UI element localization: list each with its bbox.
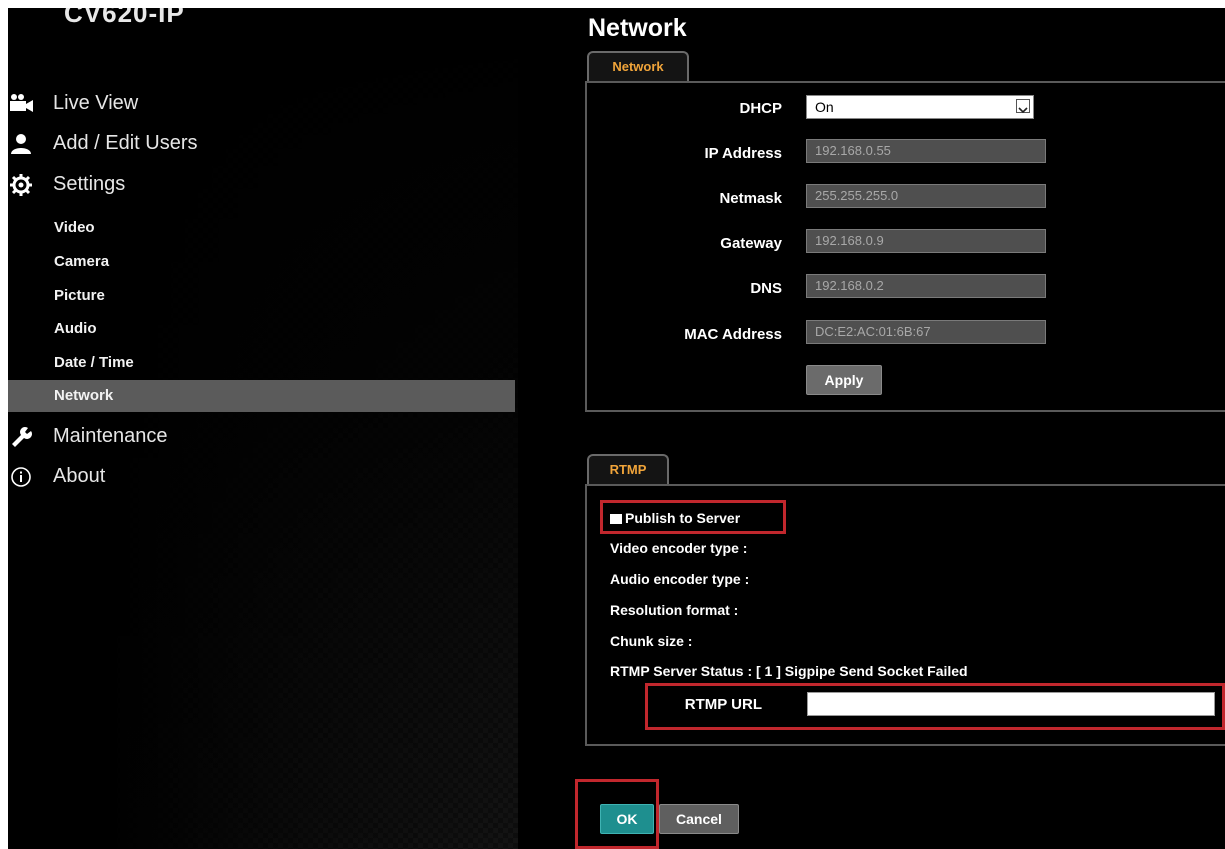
video-camera-icon bbox=[10, 93, 33, 113]
device-title: CV620-IP bbox=[64, 8, 185, 28]
ok-button[interactable]: OK bbox=[600, 804, 654, 834]
netmask-label: Netmask bbox=[719, 190, 782, 207]
tab-network[interactable]: Network bbox=[587, 51, 689, 81]
wrench-icon bbox=[10, 426, 33, 447]
gateway-label: Gateway bbox=[720, 235, 782, 252]
sidebar-item-picture[interactable]: Picture bbox=[8, 280, 515, 312]
nav-live-view[interactable]: Live View bbox=[8, 89, 508, 117]
gear-icon bbox=[10, 174, 32, 196]
rtmp-server-status: RTMP Server Status : [ 1 ] Sigpipe Send … bbox=[610, 663, 968, 679]
dhcp-select[interactable]: On bbox=[806, 95, 1034, 119]
apply-button[interactable]: Apply bbox=[806, 365, 882, 395]
dhcp-label: DHCP bbox=[739, 100, 782, 117]
tab-rtmp[interactable]: RTMP bbox=[587, 454, 669, 484]
mac-address-label: MAC Address bbox=[684, 326, 782, 343]
resolution-format-label: Resolution format : bbox=[610, 602, 739, 618]
page-title: Network bbox=[588, 14, 687, 42]
rtmp-url-input[interactable] bbox=[807, 692, 1215, 716]
gateway-field[interactable]: 192.168.0.9 bbox=[806, 229, 1046, 253]
audio-encoder-label: Audio encoder type : bbox=[610, 571, 750, 587]
video-encoder-label: Video encoder type : bbox=[610, 540, 748, 556]
mac-address-field: DC:E2:AC:01:6B:67 bbox=[806, 320, 1046, 344]
rtmp-url-label: RTMP URL bbox=[684, 696, 762, 713]
publish-checkbox[interactable] bbox=[610, 514, 622, 524]
ip-address-label: IP Address bbox=[704, 145, 782, 162]
nav-about[interactable]: About bbox=[8, 462, 508, 490]
dns-label: DNS bbox=[750, 280, 782, 297]
dns-field[interactable]: 192.168.0.2 bbox=[806, 274, 1046, 298]
publish-to-server-option[interactable]: Publish to Server bbox=[610, 510, 740, 526]
cancel-button[interactable]: Cancel bbox=[659, 804, 739, 834]
chevron-down-icon bbox=[1016, 99, 1030, 114]
nav-maintenance[interactable]: Maintenance bbox=[8, 422, 508, 450]
sidebar-item-camera[interactable]: Camera bbox=[8, 246, 515, 278]
sidebar-item-video[interactable]: Video bbox=[8, 212, 515, 244]
info-icon bbox=[10, 466, 32, 487]
sidebar-item-audio[interactable]: Audio bbox=[8, 313, 515, 345]
app-window: CV620-IP Live View Add / Edit Users Sett… bbox=[8, 8, 1225, 849]
nav-settings[interactable]: Settings bbox=[8, 170, 508, 198]
netmask-field[interactable]: 255.255.255.0 bbox=[806, 184, 1046, 208]
user-icon bbox=[10, 133, 32, 154]
nav-add-edit-users[interactable]: Add / Edit Users bbox=[8, 129, 508, 157]
chunk-size-label: Chunk size : bbox=[610, 633, 693, 649]
sidebar-item-network[interactable]: Network bbox=[8, 380, 515, 412]
sidebar: CV620-IP Live View Add / Edit Users Sett… bbox=[8, 8, 518, 849]
sidebar-item-date-time[interactable]: Date / Time bbox=[8, 347, 515, 379]
ip-address-field[interactable]: 192.168.0.55 bbox=[806, 139, 1046, 163]
